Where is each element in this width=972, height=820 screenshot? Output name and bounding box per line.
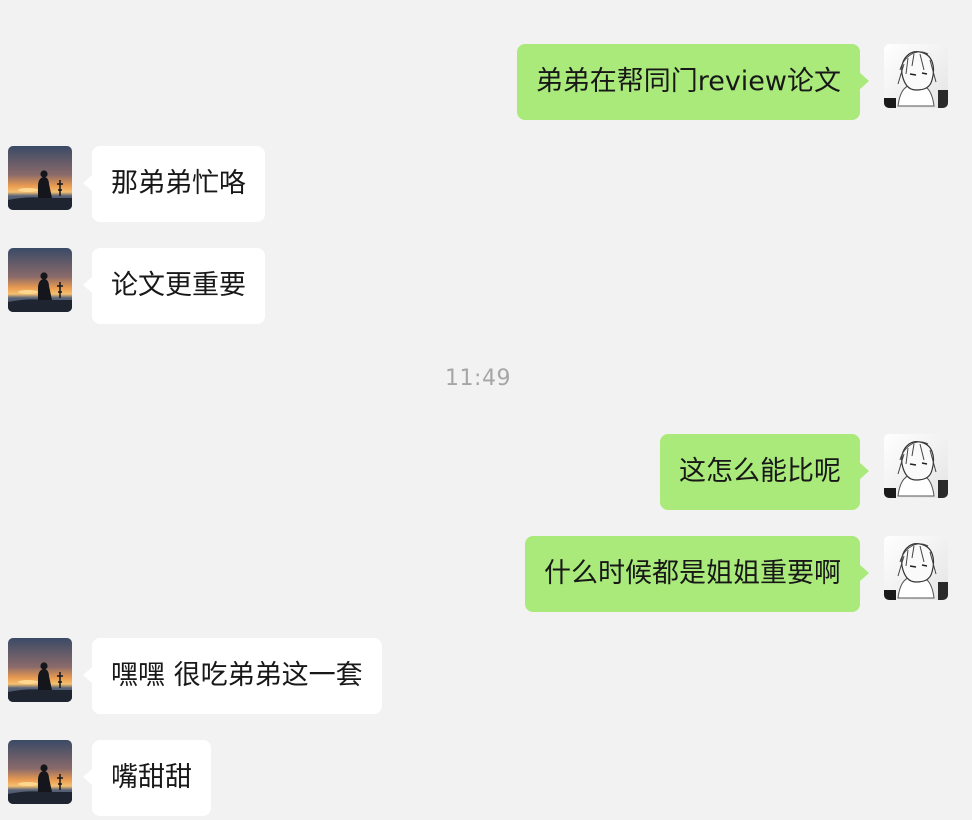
message-text: 这怎么能比呢	[679, 456, 841, 487]
message-bubble-incoming[interactable]: 论文更重要	[83, 248, 265, 324]
message-bubble-outgoing[interactable]: 什么时候都是姐姐重要啊	[525, 536, 869, 612]
sunset-silhouette-avatar-icon[interactable]	[8, 146, 72, 210]
sunset-silhouette-avatar-icon[interactable]	[8, 248, 72, 312]
sunset-silhouette-avatar-icon[interactable]	[8, 638, 72, 702]
message-text: 论文更重要	[111, 270, 246, 301]
message-bubble-incoming[interactable]: 嘿嘿 很吃弟弟这一套	[83, 638, 382, 714]
message-bubble-outgoing[interactable]: 这怎么能比呢	[660, 434, 869, 510]
message-text: 嘴甜甜	[111, 762, 192, 793]
message-bubble-incoming[interactable]: 嘴甜甜	[83, 740, 211, 816]
anime-sketch-avatar-icon[interactable]	[884, 536, 948, 600]
anime-sketch-avatar-icon[interactable]	[884, 434, 948, 498]
sunset-silhouette-avatar-icon[interactable]	[8, 740, 72, 804]
message-bubble-outgoing[interactable]: 弟弟在帮同门review论文	[516, 44, 870, 120]
message-text: 那弟弟忙咯	[111, 168, 246, 199]
message-bubble-incoming[interactable]: 那弟弟忙咯	[83, 146, 265, 222]
message-text: 弟弟在帮同门review论文	[535, 66, 841, 97]
message-timestamp: 11:49	[445, 366, 511, 391]
message-text: 嘿嘿 很吃弟弟这一套	[111, 660, 363, 691]
anime-sketch-avatar-icon[interactable]	[884, 44, 948, 108]
message-text: 什么时候都是姐姐重要啊	[544, 558, 841, 589]
